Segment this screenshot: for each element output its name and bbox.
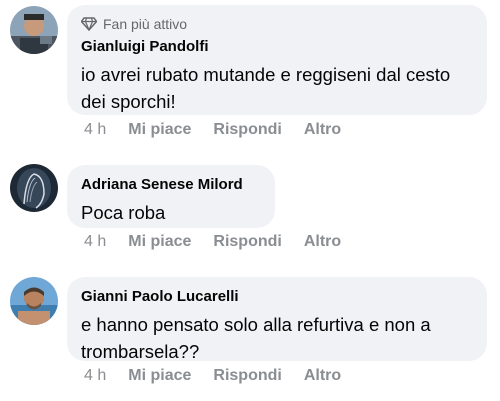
reply-button[interactable]: Rispondi xyxy=(213,367,281,385)
more-button[interactable]: Altro xyxy=(304,121,341,139)
comment-actions: 4 h Mi piace Rispondi Altro xyxy=(84,121,363,139)
top-fan-badge: Fan più attivo xyxy=(81,15,473,33)
comment-actions: 4 h Mi piace Rispondi Altro xyxy=(84,367,363,385)
diamond-icon xyxy=(81,17,97,31)
like-button[interactable]: Mi piace xyxy=(128,367,191,385)
comment-timestamp[interactable]: 4 h xyxy=(84,121,106,139)
avatar-gianluigi-pandolfi[interactable] xyxy=(10,6,58,54)
reply-button[interactable]: Rispondi xyxy=(213,121,281,139)
badge-label: Fan più attivo xyxy=(103,16,188,32)
like-button[interactable]: Mi piace xyxy=(128,121,191,139)
comment-bubble: Fan più attivo Gianluigi Pandolfi io avr… xyxy=(67,5,487,115)
comment-text: e hanno pensato solo alla refurtiva e no… xyxy=(81,314,431,362)
avatar-adriana-senese-milord[interactable] xyxy=(10,164,58,212)
comment-author[interactable]: Gianluigi Pandolfi xyxy=(81,37,473,57)
like-button[interactable]: Mi piace xyxy=(128,233,191,251)
comment-text: io avrei rubato mutande e reggiseni dal … xyxy=(81,64,451,112)
comment-bubble: Gianni Paolo Lucarelli e hanno pensato s… xyxy=(67,277,487,362)
comment-timestamp[interactable]: 4 h xyxy=(84,367,106,385)
comment-bubble: Adriana Senese Milord Poca roba xyxy=(67,165,275,228)
avatar-gianni-paolo-lucarelli[interactable] xyxy=(10,277,58,325)
more-button[interactable]: Altro xyxy=(304,233,341,251)
comment-timestamp[interactable]: 4 h xyxy=(84,233,106,251)
more-button[interactable]: Altro xyxy=(304,367,341,385)
comment-author[interactable]: Adriana Senese Milord xyxy=(81,175,261,195)
comment-text: Poca roba xyxy=(81,202,166,223)
reply-button[interactable]: Rispondi xyxy=(213,233,281,251)
comment-author[interactable]: Gianni Paolo Lucarelli xyxy=(81,287,473,307)
comment-actions: 4 h Mi piace Rispondi Altro xyxy=(84,233,363,251)
